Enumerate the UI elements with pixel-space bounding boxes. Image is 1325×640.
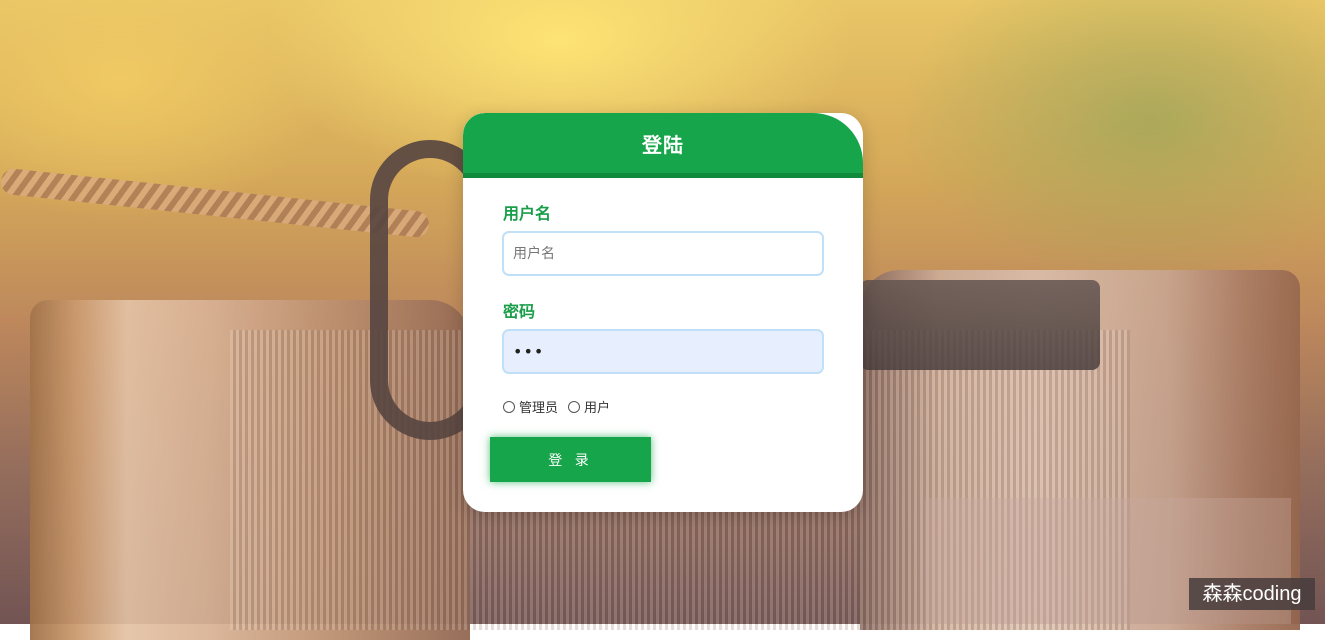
radio-icon[interactable]	[568, 400, 581, 413]
role-option-user[interactable]: 用户	[568, 397, 610, 416]
role-selector: 管理员 用户	[503, 397, 620, 416]
radio-icon[interactable]	[503, 400, 515, 413]
role-label-user: 用户	[584, 401, 611, 416]
username-input[interactable]	[502, 231, 824, 276]
role-option-admin[interactable]: 管理员	[503, 397, 558, 416]
login-card: 登陆 用户名 密码 管理员 用户 登 录	[463, 113, 863, 512]
password-input[interactable]	[502, 329, 824, 374]
role-label-admin: 管理员	[519, 401, 559, 416]
username-label: 用户名	[503, 204, 552, 223]
login-header: 登陆	[463, 113, 863, 178]
watermark: 森森coding	[1189, 578, 1315, 610]
login-button[interactable]: 登 录	[490, 437, 651, 482]
login-title: 登陆	[642, 132, 684, 157]
password-label: 密码	[503, 302, 536, 321]
